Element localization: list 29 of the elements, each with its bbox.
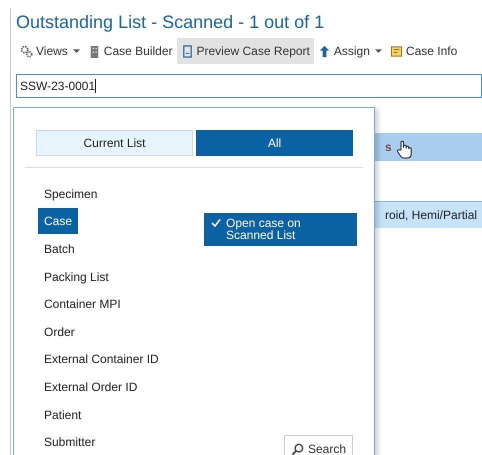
toolbar-button[interactable]: Views	[16, 38, 84, 64]
search-type-item[interactable]: External Order ID	[38, 374, 144, 400]
caret-icon	[374, 48, 382, 54]
scope-tab[interactable]: All	[196, 130, 353, 156]
toolbar-button[interactable]: Case Info	[386, 38, 462, 64]
search-type-item[interactable]: Order	[38, 318, 81, 345]
window-title: Outstanding List - Scanned - 1 out of 1	[16, 11, 326, 34]
toolbar-button[interactable]: Case Builder	[84, 38, 176, 64]
search-type-item[interactable]: Patient	[38, 402, 88, 428]
search-icon	[291, 442, 304, 455]
check-icon	[211, 218, 221, 228]
search-type-item[interactable]: External Container ID	[38, 346, 165, 372]
caret-icon	[72, 48, 80, 54]
search-type-item[interactable]: Packing List	[38, 264, 115, 290]
hand-cursor-icon	[396, 140, 412, 160]
search-type-item[interactable]: Container MPI	[38, 291, 127, 318]
search-button[interactable]: Search	[284, 435, 354, 455]
open-case-option[interactable]: Open case on Scanned List	[204, 213, 357, 246]
search-type-item[interactable]: Case	[38, 208, 78, 234]
search-type-item[interactable]: Batch	[38, 236, 81, 262]
toolbar-button[interactable]: Preview Case Report	[176, 38, 314, 64]
scope-tab[interactable]: Current List	[36, 130, 193, 156]
search-type-item[interactable]: Submitter	[38, 429, 102, 455]
toolbar-button[interactable]: Assign	[314, 38, 386, 64]
up-arrow-icon	[318, 44, 331, 58]
gears-icon	[20, 44, 33, 58]
report-icon	[180, 44, 194, 58]
note-icon	[390, 44, 403, 58]
scan-field[interactable]: SSW-23-0001	[16, 74, 482, 98]
